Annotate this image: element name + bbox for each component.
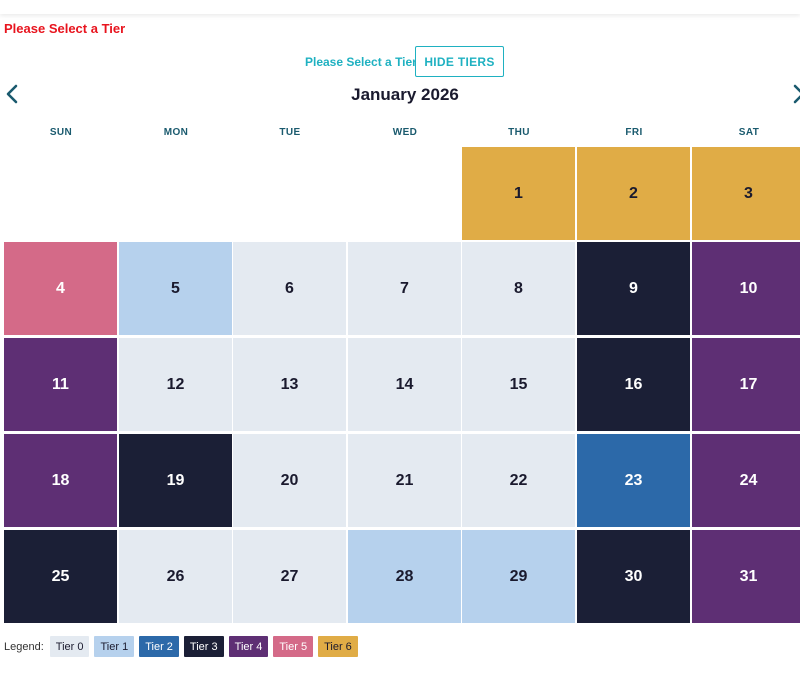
day-cell-13[interactable]: 13	[233, 338, 346, 431]
legend-tier-3: Tier 3	[183, 636, 224, 657]
day-cell-26[interactable]: 26	[119, 530, 232, 623]
day-cell-10[interactable]: 10	[692, 242, 800, 335]
day-cell-27[interactable]: 27	[233, 530, 346, 623]
weekday-tue: TUE	[279, 127, 301, 138]
day-cell-3[interactable]: 3	[692, 147, 800, 240]
day-cell-16[interactable]: 16	[577, 338, 690, 431]
legend-tier-5: Tier 5	[273, 636, 314, 657]
day-cell-11[interactable]: 11	[4, 338, 117, 431]
day-cell-4[interactable]: 4	[4, 242, 117, 335]
day-cell-25[interactable]: 25	[4, 530, 117, 623]
weekday-fri: FRI	[625, 127, 643, 138]
day-cell-19[interactable]: 19	[119, 434, 232, 527]
day-cell-7[interactable]: 7	[348, 242, 461, 335]
legend-label: Legend:	[4, 640, 44, 653]
legend-tier-0: Tier 0	[49, 636, 90, 657]
weekday-sun: SUN	[49, 127, 73, 138]
day-cell-15[interactable]: 15	[462, 338, 575, 431]
day-cell-30[interactable]: 30	[577, 530, 690, 623]
chevron-right-icon	[793, 84, 800, 104]
tier-prompt: Please Select a Tier	[305, 55, 417, 69]
day-cell-28[interactable]: 28	[348, 530, 461, 623]
error-message: Please Select a Tier	[4, 21, 126, 36]
day-cell-2[interactable]: 2	[577, 147, 690, 240]
day-cell-6[interactable]: 6	[233, 242, 346, 335]
day-cell-21[interactable]: 21	[348, 434, 461, 527]
legend: Legend: Tier 0 Tier 1 Tier 2 Tier 3 Tier 4 Ti…	[4, 636, 358, 657]
day-cell-20[interactable]: 20	[233, 434, 346, 527]
day-cell-1[interactable]: 1	[462, 147, 575, 240]
day-cell-22[interactable]: 22	[462, 434, 575, 527]
weekday-sat: SAT	[738, 127, 760, 138]
next-month-button[interactable]	[790, 82, 800, 106]
day-cell-17[interactable]: 17	[692, 338, 800, 431]
day-cell-29[interactable]: 29	[462, 530, 575, 623]
day-cell-31[interactable]: 31	[692, 530, 800, 623]
legend-tier-4: Tier 4	[228, 636, 269, 657]
top-bar	[0, 0, 800, 14]
day-cell-9[interactable]: 9	[577, 242, 690, 335]
day-cell-24[interactable]: 24	[692, 434, 800, 527]
legend-tier-2: Tier 2	[139, 636, 179, 657]
day-cell-14[interactable]: 14	[348, 338, 461, 431]
weekday-wed: WED	[392, 127, 418, 138]
weekday-thu: THU	[508, 127, 530, 138]
legend-tier-1: Tier 1	[94, 636, 135, 657]
day-cell-23[interactable]: 23	[577, 434, 690, 527]
weekday-mon: MON	[163, 127, 189, 138]
day-cell-5[interactable]: 5	[119, 242, 232, 335]
month-title: January 2026	[351, 85, 459, 104]
legend-tier-6: Tier 6	[318, 636, 358, 657]
hide-tiers-button[interactable]: HIDE TIERS	[415, 46, 504, 77]
day-cell-18[interactable]: 18	[4, 434, 117, 527]
day-cell-8[interactable]: 8	[462, 242, 575, 335]
day-cell-12[interactable]: 12	[119, 338, 232, 431]
